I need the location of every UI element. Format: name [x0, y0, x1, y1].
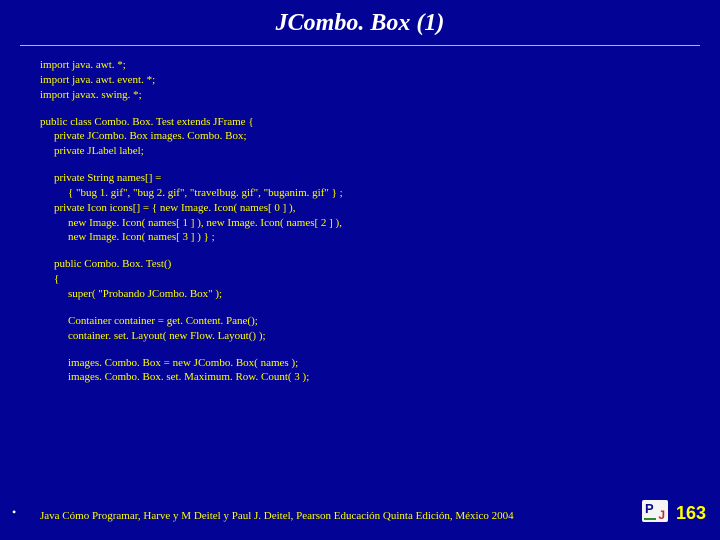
code-line: private JCombo. Box images. Combo. Box;	[40, 129, 720, 144]
code-line: Container container = get. Content. Pane…	[40, 314, 720, 329]
logo-j: J	[658, 508, 665, 522]
code-line: import java. awt. event. *;	[40, 73, 720, 88]
imports-block: import java. awt. *; import java. awt. e…	[40, 58, 720, 103]
fields-block: private String names[] = { "bug 1. gif",…	[40, 171, 720, 245]
slide: JCombo. Box (1) import java. awt. *; imp…	[0, 0, 720, 540]
code-line: new Image. Icon( names[ 3 ] ) } ;	[40, 230, 720, 245]
code-line: images. Combo. Box = new JCombo. Box( na…	[40, 356, 720, 371]
code-line: super( "Probando JCombo. Box" );	[40, 287, 720, 302]
slide-title: JCombo. Box (1)	[0, 0, 720, 45]
footer-citation: Java Cómo Programar, Harve y M Deitel y …	[40, 510, 514, 522]
logo-bar	[644, 518, 656, 520]
code-line: new Image. Icon( names[ 1 ] ), new Image…	[40, 216, 720, 231]
combo-block: images. Combo. Box = new JCombo. Box( na…	[40, 356, 720, 386]
footer-bullet: •	[12, 505, 16, 520]
code-line: public Combo. Box. Test()	[40, 257, 720, 272]
code-line: { "bug 1. gif", "bug 2. gif", "travelbug…	[40, 186, 720, 201]
page-number: 163	[676, 503, 706, 524]
code-line: {	[40, 272, 720, 287]
code-line: import java. awt. *;	[40, 58, 720, 73]
logo-p: P	[645, 501, 654, 516]
class-decl-block: public class Combo. Box. Test extends JF…	[40, 115, 720, 160]
code-line: container. set. Layout( new Flow. Layout…	[40, 329, 720, 344]
code-line: private String names[] =	[40, 171, 720, 186]
container-block: Container container = get. Content. Pane…	[40, 314, 720, 344]
publisher-logo: P J	[642, 500, 668, 522]
footer: • Java Cómo Programar, Harve y M Deitel …	[0, 496, 720, 526]
code-line: import javax. swing. *;	[40, 88, 720, 103]
code-line: private Icon icons[] = { new Image. Icon…	[40, 201, 720, 216]
code-line: public class Combo. Box. Test extends JF…	[40, 115, 720, 130]
code-line: images. Combo. Box. set. Maximum. Row. C…	[40, 370, 720, 385]
ctor-block: public Combo. Box. Test() { super( "Prob…	[40, 257, 720, 302]
code-area: import java. awt. *; import java. awt. e…	[0, 46, 720, 385]
code-line: private JLabel label;	[40, 144, 720, 159]
